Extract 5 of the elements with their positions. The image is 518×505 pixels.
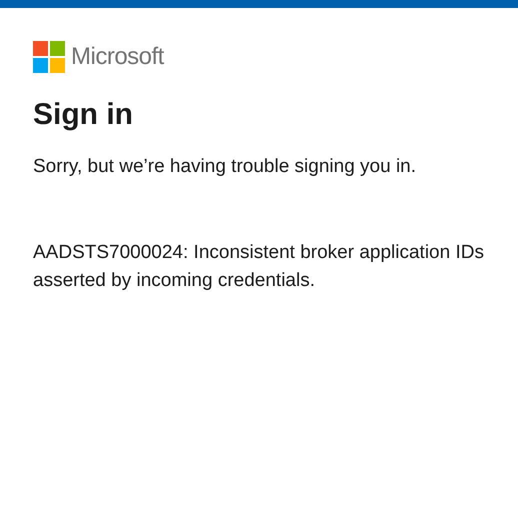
page-title: Sign in — [33, 97, 134, 133]
message-text: Sorry, but we’re having trouble signing you in. — [33, 155, 418, 179]
brand-name: Microsoft — [71, 43, 164, 71]
error-text: AADSTS7000024: Inconsistent broker application IDs asserted by incoming credentials. — [33, 241, 485, 293]
logo-icon — [33, 41, 65, 73]
